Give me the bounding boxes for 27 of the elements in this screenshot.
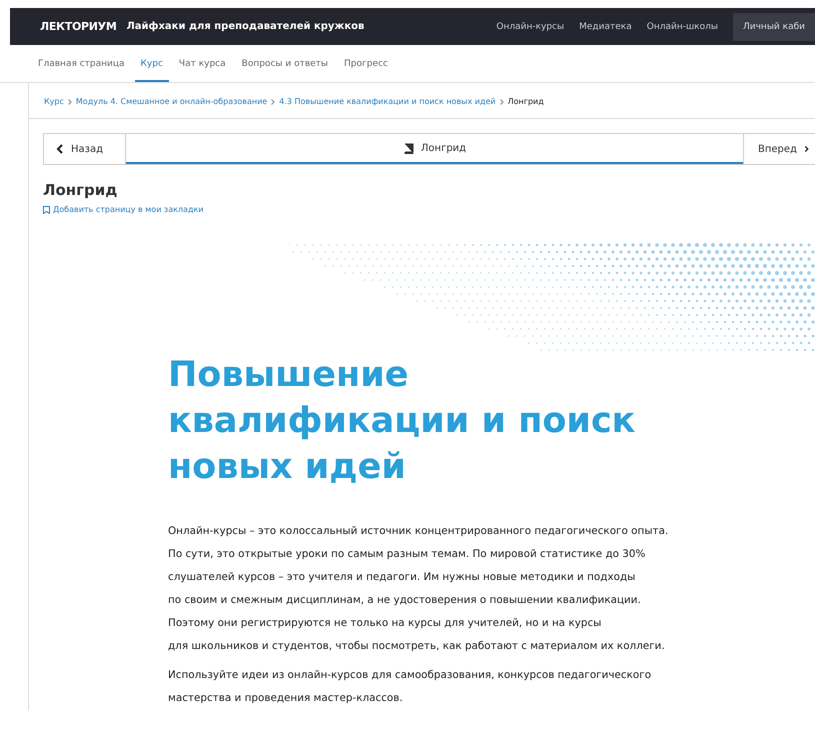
article-paragraph: Используйте идеи из онлайн-курсов для самообразования, конкурсов педагогического мастерства и проведения мастер-классов.	[168, 668, 652, 706]
breadcrumb-link[interactable]: Лонгрид	[508, 97, 544, 106]
bookmark-link[interactable]: Добавить страницу в мои закладки	[43, 205, 204, 214]
bookmark-icon	[43, 206, 50, 214]
chevron-left-icon	[56, 144, 64, 154]
tab[interactable]: Вопросы и ответы	[236, 51, 334, 82]
logo[interactable]: ЛЕКТОРИУМ	[40, 20, 116, 33]
breadcrumb-link[interactable]: Курс	[44, 97, 64, 106]
nav-link[interactable]: Медиатека	[579, 22, 632, 32]
nav-link[interactable]: Онлайн-школы	[646, 22, 718, 32]
book-icon	[402, 142, 414, 154]
tab[interactable]: Прогресс	[338, 51, 394, 82]
breadcrumb-link[interactable]: Модуль 4. Смешанное и онлайн-образование	[76, 97, 268, 106]
chevron-icon	[68, 98, 72, 104]
chevron-icon	[500, 98, 504, 104]
course-title: Лайфхаки для преподавателей кружков	[126, 21, 364, 32]
article-paragraph: Онлайн-курсы – это колоссальный источник концентрированного педагогического опыта. По сути, это открытые уроки по самым разным темам. По мировой статистике до 30% слушателей курсов – это учителя и педагоги. Им нужны новые методики и подходы по своим и смежным дисциплинам, а не удостоверения о повышении квалификации. Поэтому они регистрируются не только на курсы для учителей, но и на курсы для школьников и студентов, чтобы посмотреть, как работают с материалом их коллеги.	[168, 524, 670, 654]
account-button[interactable]: Личный каби	[733, 12, 815, 40]
tab[interactable]: Курс	[134, 51, 169, 82]
chevron-right-icon	[804, 144, 809, 154]
breadcrumb-link[interactable]: 4.3 Повышение квалификации и поиск новых идей	[279, 97, 496, 106]
nav-link[interactable]: Онлайн-курсы	[496, 22, 564, 32]
article-heading: Повышение квалификации и поиск новых идей	[168, 354, 636, 489]
tab[interactable]: Главная страница	[32, 51, 131, 82]
page-title: Лонгрид	[43, 181, 118, 199]
chevron-icon	[271, 98, 276, 104]
tab[interactable]: Чат курса	[172, 51, 232, 82]
